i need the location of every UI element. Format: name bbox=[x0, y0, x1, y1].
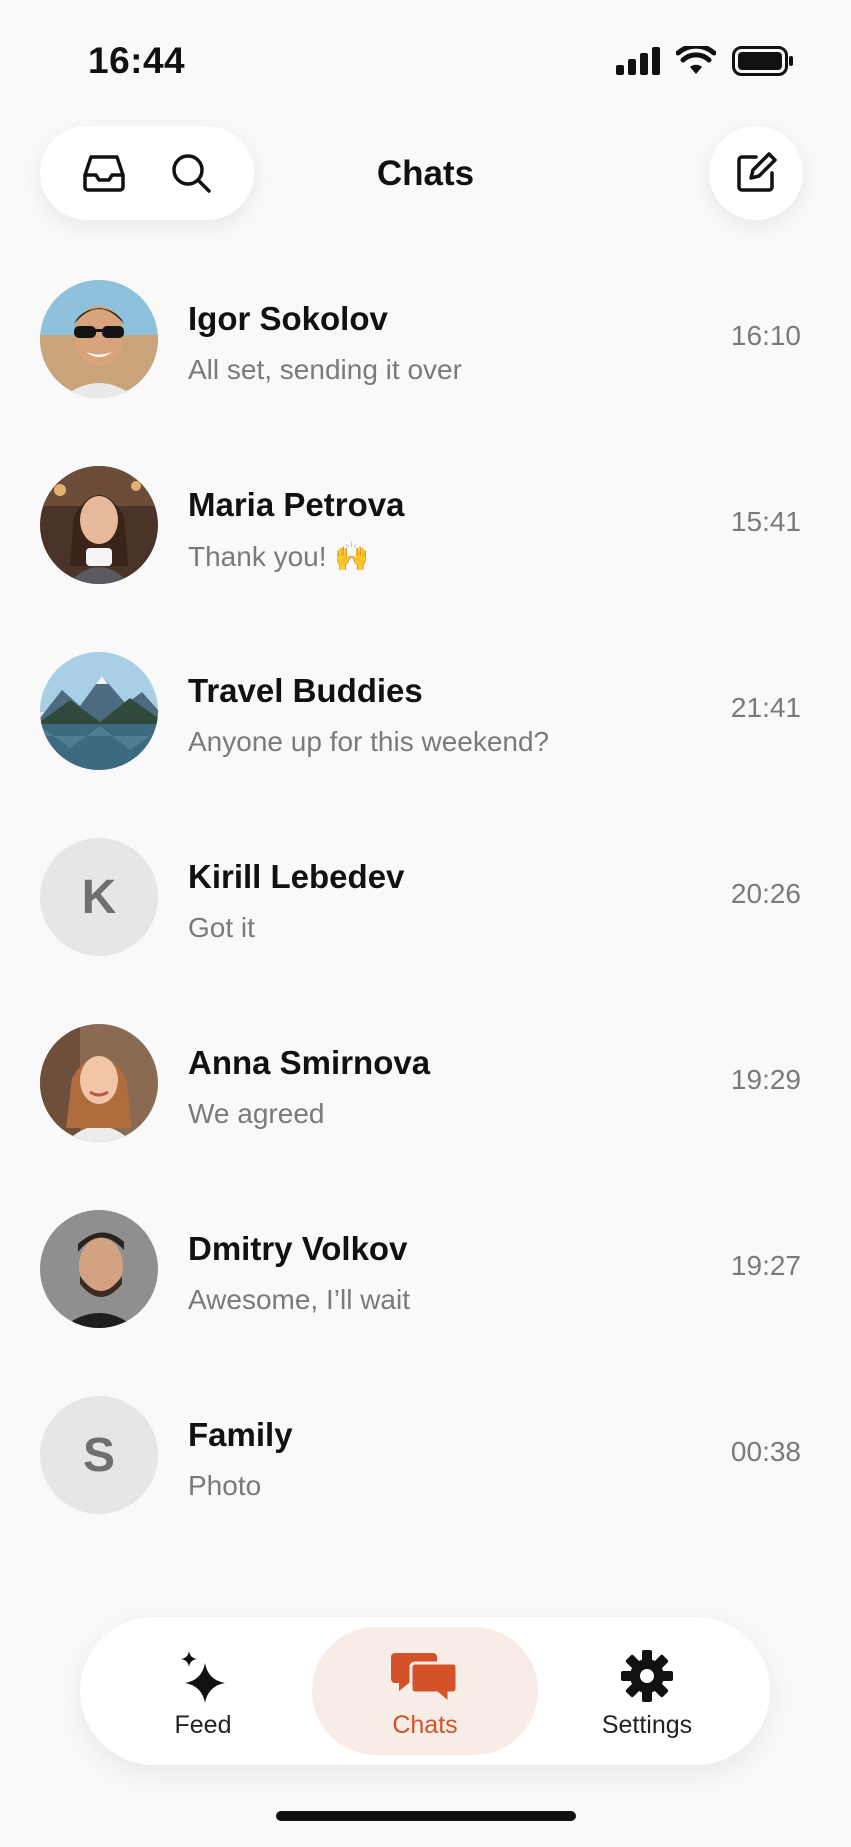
status-icons bbox=[616, 46, 794, 76]
chat-preview: Awesome, I’ll wait bbox=[188, 1284, 411, 1315]
chat-preview: Got it bbox=[188, 912, 255, 943]
chat-row[interactable]: Anna Smirnova We agreed 19:29 bbox=[0, 1022, 851, 1208]
chat-row[interactable]: K Kirill Lebedev Got it 20:26 bbox=[0, 836, 851, 1022]
chat-time: 15:41 bbox=[730, 506, 801, 537]
wifi-icon bbox=[676, 46, 716, 74]
chat-preview: Anyone up for this weekend? bbox=[188, 726, 550, 757]
compose-icon bbox=[737, 152, 777, 192]
avatar bbox=[40, 652, 158, 770]
avatar-photo bbox=[40, 1210, 158, 1328]
avatar-photo bbox=[40, 652, 158, 770]
avatar bbox=[40, 466, 158, 584]
chat-preview: All set, sending it over bbox=[188, 354, 462, 385]
chat-name: Dmitry Volkov bbox=[188, 1230, 408, 1267]
chat-name: Anna Smirnova bbox=[188, 1044, 431, 1081]
avatar-photo bbox=[40, 1024, 158, 1142]
avatar: S bbox=[40, 1396, 158, 1514]
chat-bubbles-icon bbox=[391, 1653, 459, 1705]
nav-label-chats: Chats bbox=[392, 1711, 458, 1739]
nav-item-chats[interactable]: Chats bbox=[312, 1627, 538, 1755]
chat-name: Igor Sokolov bbox=[188, 300, 388, 337]
chat-name: Travel Buddies bbox=[188, 672, 423, 709]
nav-label-feed: Feed bbox=[174, 1711, 232, 1739]
bottom-nav: Feed Chats Settings bbox=[80, 1617, 770, 1765]
chat-row[interactable]: S Family Photo 00:38 bbox=[0, 1394, 851, 1580]
nav-item-feed[interactable]: Feed bbox=[90, 1627, 316, 1755]
chat-name: Family bbox=[188, 1416, 293, 1453]
status-time: 16:44 bbox=[88, 40, 186, 81]
chat-list: Igor Sokolov All set, sending it over 16… bbox=[0, 278, 851, 1580]
avatar: K bbox=[40, 838, 158, 956]
avatar-photo bbox=[40, 280, 158, 398]
chat-time: 00:38 bbox=[730, 1436, 801, 1467]
avatar-initial: K bbox=[81, 870, 117, 924]
cellular-signal-icon bbox=[616, 47, 660, 75]
compose-button[interactable] bbox=[709, 126, 803, 220]
chat-time: 19:27 bbox=[730, 1250, 801, 1281]
chat-preview: Photo bbox=[188, 1470, 262, 1501]
chat-row[interactable]: Dmitry Volkov Awesome, I’ll wait 19:27 bbox=[0, 1208, 851, 1394]
chat-preview: Thank you! 🙌 bbox=[188, 541, 370, 572]
chat-row[interactable]: Travel Buddies Anyone up for this weeken… bbox=[0, 650, 851, 836]
avatar-initial: S bbox=[82, 1428, 115, 1482]
sparkles-icon bbox=[181, 1651, 225, 1703]
chat-time: 20:26 bbox=[730, 878, 801, 909]
gear-icon bbox=[621, 1650, 673, 1702]
avatar bbox=[40, 280, 158, 398]
chat-time: 16:10 bbox=[730, 320, 801, 351]
chat-time: 21:41 bbox=[730, 692, 801, 723]
status-bar: 16:44 bbox=[0, 0, 851, 120]
chat-preview: We agreed bbox=[188, 1098, 325, 1129]
battery-icon bbox=[732, 46, 793, 76]
chat-row[interactable]: Igor Sokolov All set, sending it over 16… bbox=[0, 278, 851, 464]
chats-screen: 16:44 Chats Igor Sokolov All set, sendin… bbox=[0, 0, 851, 1847]
avatar-photo bbox=[40, 466, 158, 584]
nav-item-settings[interactable]: Settings bbox=[534, 1627, 760, 1755]
chat-name: Kirill Lebedev bbox=[188, 858, 405, 895]
avatar bbox=[40, 1210, 158, 1328]
home-indicator bbox=[276, 1811, 576, 1821]
avatar bbox=[40, 1024, 158, 1142]
nav-label-settings: Settings bbox=[601, 1711, 693, 1739]
chat-row[interactable]: Maria Petrova Thank you! 🙌 15:41 bbox=[0, 464, 851, 650]
header: Chats bbox=[0, 126, 851, 222]
chat-time: 19:29 bbox=[730, 1064, 801, 1095]
chat-name: Maria Petrova bbox=[188, 486, 405, 523]
